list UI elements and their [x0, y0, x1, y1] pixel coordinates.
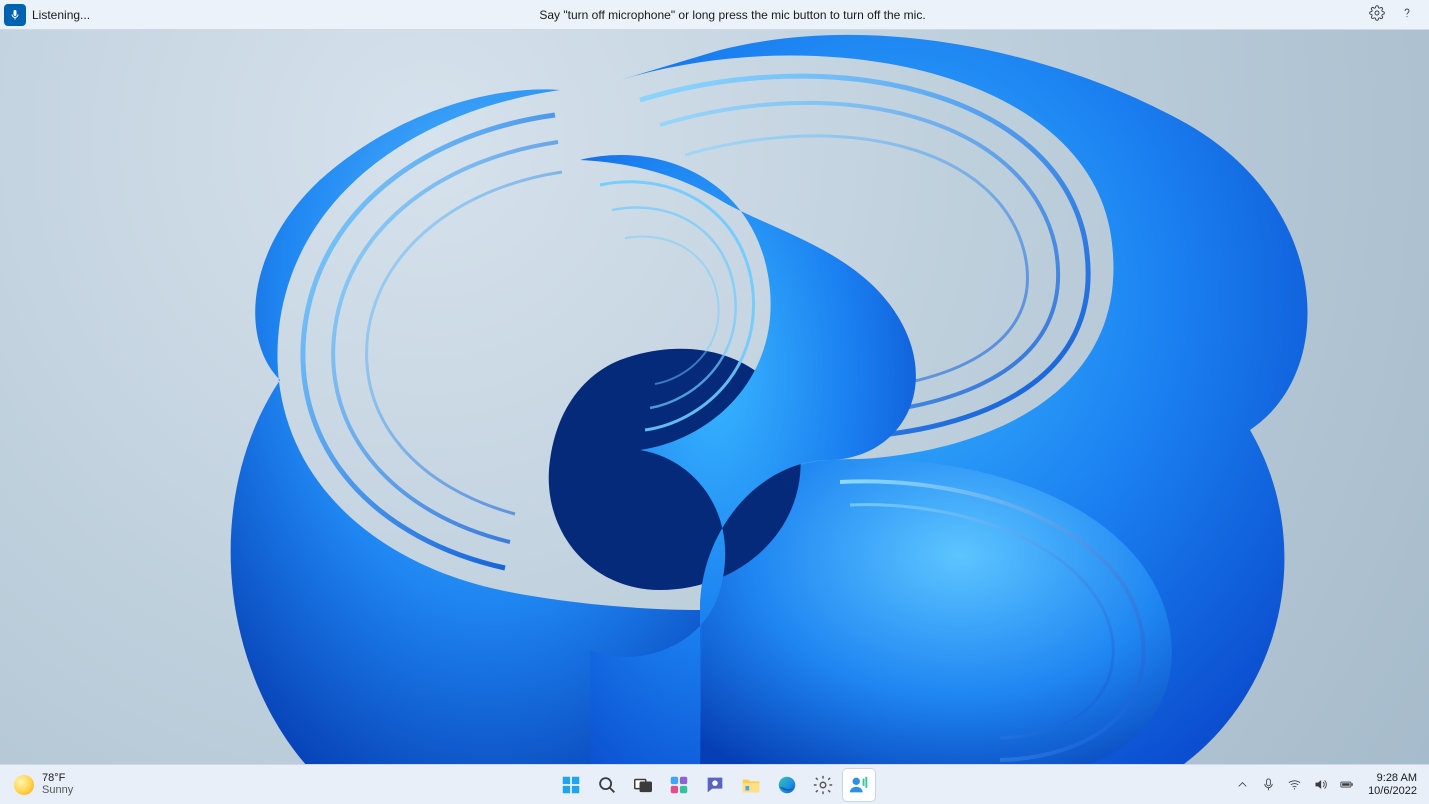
tray-battery-button[interactable] — [1338, 777, 1354, 793]
taskbar-center — [555, 769, 875, 801]
file-explorer-button[interactable] — [735, 769, 767, 801]
gear-icon — [1369, 5, 1385, 21]
voice-access-app-icon — [848, 774, 870, 796]
task-view-button[interactable] — [627, 769, 659, 801]
weather-widget[interactable]: 78°F Sunny — [0, 773, 73, 796]
chevron-up-icon — [1235, 777, 1250, 792]
widgets-icon — [668, 774, 690, 796]
wallpaper-bloom — [0, 30, 1429, 764]
clock-time: 9:28 AM — [1377, 772, 1417, 784]
clock-date: 10/6/2022 — [1368, 785, 1417, 797]
widgets-button[interactable] — [663, 769, 695, 801]
voice-access-settings-button[interactable] — [1369, 5, 1385, 24]
tray-microphone-button[interactable] — [1260, 777, 1276, 793]
folder-icon — [740, 774, 762, 796]
taskbar: 78°F Sunny — [0, 764, 1429, 804]
search-icon — [596, 774, 618, 796]
tray-overflow-button[interactable] — [1234, 777, 1250, 793]
chat-icon — [704, 774, 726, 796]
wifi-icon — [1287, 777, 1302, 792]
windows-logo-icon — [560, 774, 582, 796]
speaker-icon — [1313, 777, 1328, 792]
clock-button[interactable]: 9:28 AM 10/6/2022 — [1364, 772, 1417, 796]
system-tray: 9:28 AM 10/6/2022 — [1234, 772, 1429, 796]
edge-button[interactable] — [771, 769, 803, 801]
voice-access-hint: Say "turn off microphone" or long press … — [110, 8, 1355, 22]
weather-temperature: 78°F — [42, 773, 73, 785]
tray-volume-button[interactable] — [1312, 777, 1328, 793]
search-button[interactable] — [591, 769, 623, 801]
gear-icon — [812, 774, 834, 796]
edge-icon — [776, 774, 798, 796]
sun-icon — [14, 775, 34, 795]
voice-access-status: Listening... — [32, 8, 110, 22]
weather-condition: Sunny — [42, 785, 73, 797]
task-view-icon — [632, 774, 654, 796]
chat-button[interactable] — [699, 769, 731, 801]
tray-wifi-button[interactable] — [1286, 777, 1302, 793]
start-button[interactable] — [555, 769, 587, 801]
voice-access-button[interactable] — [843, 769, 875, 801]
microphone-icon — [1261, 777, 1276, 792]
help-icon — [1399, 5, 1415, 21]
microphone-button[interactable] — [4, 4, 26, 26]
settings-button[interactable] — [807, 769, 839, 801]
battery-icon — [1339, 777, 1354, 792]
desktop[interactable] — [0, 30, 1429, 764]
voice-access-bar: Listening... Say "turn off microphone" o… — [0, 0, 1429, 30]
voice-access-help-button[interactable] — [1399, 5, 1415, 24]
microphone-icon — [9, 9, 21, 21]
